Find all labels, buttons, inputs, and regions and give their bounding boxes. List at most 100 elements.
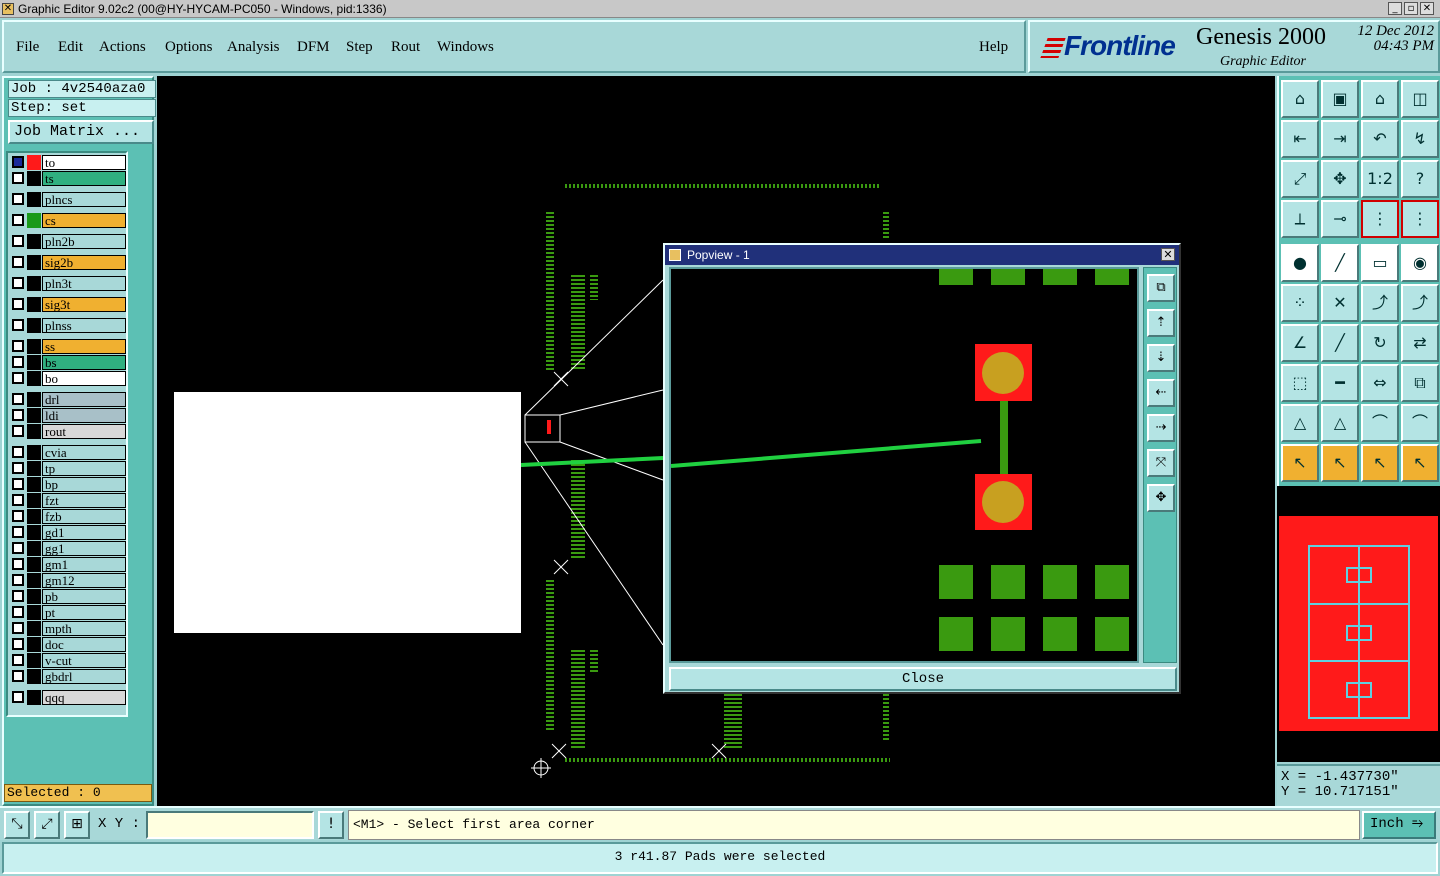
layer-checkbox[interactable] — [12, 393, 24, 405]
layer-row-fzb[interactable]: fzb — [10, 509, 126, 524]
step-in-icon[interactable]: ⇤ — [1281, 120, 1319, 158]
layer-checkbox[interactable] — [12, 670, 24, 682]
layer-row-plncs[interactable]: plncs — [10, 192, 126, 207]
units-select[interactable]: Inch ⥱ — [1362, 811, 1436, 839]
layer-checkbox[interactable] — [12, 462, 24, 474]
layer-name[interactable]: bs — [42, 355, 126, 370]
layer-checkbox[interactable] — [12, 542, 24, 554]
popview-close-icon[interactable]: ✕ — [1161, 248, 1175, 261]
layer-row-gm1[interactable]: gm1 — [10, 557, 126, 572]
layer-row-doc[interactable]: doc — [10, 637, 126, 652]
layer-row-sig3t[interactable]: sig3t — [10, 297, 126, 312]
layer-checkbox[interactable] — [12, 156, 24, 168]
layer-checkbox[interactable] — [12, 590, 24, 602]
layer-row-pln3t[interactable]: pln3t — [10, 276, 126, 291]
layer-name[interactable]: gd1 — [42, 525, 126, 540]
pointer-box-icon[interactable]: ↖ — [1321, 444, 1359, 482]
connect-icon[interactable]: ⁘ — [1281, 284, 1319, 322]
layer-row-pt[interactable]: pt — [10, 605, 126, 620]
menu-actions[interactable]: Actions — [99, 39, 146, 56]
layer-checkbox[interactable] — [12, 606, 24, 618]
menu-file[interactable]: File — [16, 39, 39, 56]
save-icon[interactable]: ▣ — [1321, 80, 1359, 118]
layer-name[interactable]: bp — [42, 477, 126, 492]
layer-name[interactable]: pb — [42, 589, 126, 604]
layer-row-ts[interactable]: ts — [10, 171, 126, 186]
layer-row-bs[interactable]: bs — [10, 355, 126, 370]
layer-row-rout[interactable]: rout — [10, 424, 126, 439]
probe-icon[interactable]: ⊸ — [1321, 200, 1359, 238]
layer-name[interactable]: v-cut — [42, 653, 126, 668]
layer-row-mpth[interactable]: mpth — [10, 621, 126, 636]
house-icon[interactable]: ⌂ — [1361, 80, 1399, 118]
triangle-alt-icon[interactable]: △ — [1321, 404, 1359, 442]
layer-row-v-cut[interactable]: v-cut — [10, 653, 126, 668]
layer-row-drl[interactable]: drl — [10, 392, 126, 407]
layer-checkbox[interactable] — [12, 510, 24, 522]
layer-row-bo[interactable]: bo — [10, 371, 126, 386]
layer-checkbox[interactable] — [12, 372, 24, 384]
scale-icon[interactable]: 1:2 — [1361, 160, 1399, 198]
menu-rout[interactable]: Rout — [391, 39, 420, 56]
job-matrix-button[interactable]: Job Matrix ... — [8, 120, 154, 144]
layer-row-cvia[interactable]: cvia — [10, 445, 126, 460]
layer-checkbox[interactable] — [12, 446, 24, 458]
layer-name[interactable]: ss — [42, 339, 126, 354]
split-view-icon[interactable]: ◫ — [1401, 80, 1439, 118]
layer-row-tp[interactable]: tp — [10, 461, 126, 476]
arch-icon[interactable]: ⌒ — [1361, 404, 1399, 442]
minimize-button[interactable]: _ — [1388, 2, 1402, 15]
home-icon[interactable]: ⌂ — [1281, 80, 1319, 118]
exclamation-icon[interactable]: ! — [318, 811, 344, 839]
popview-close-button[interactable]: Close — [669, 667, 1177, 691]
help-icon[interactable]: ? — [1401, 160, 1439, 198]
pan-up-icon[interactable]: ⇡ — [1147, 309, 1175, 337]
layer-row-gd1[interactable]: gd1 — [10, 525, 126, 540]
layer-row-pb[interactable]: pb — [10, 589, 126, 604]
grid-icon[interactable]: ⊞ — [64, 811, 90, 839]
node-alt-icon[interactable]: ⤴ — [1401, 284, 1439, 322]
layer-checkbox[interactable] — [12, 425, 24, 437]
layer-row-qqq[interactable]: qqq — [10, 690, 126, 705]
layer-name[interactable]: gbdrl — [42, 669, 126, 684]
maximize-button[interactable]: ▫ — [1404, 2, 1418, 15]
close-window-button[interactable]: ✕ — [1420, 2, 1434, 15]
layer-name[interactable]: sig3t — [42, 297, 126, 312]
menu-dfm[interactable]: DFM — [297, 39, 330, 56]
layer-checkbox[interactable] — [12, 691, 24, 703]
pan-right-icon[interactable]: ⇢ — [1147, 414, 1175, 442]
layer-row-cs[interactable]: cs — [10, 213, 126, 228]
layer-name[interactable]: gm12 — [42, 573, 126, 588]
layer-name[interactable]: ldi — [42, 408, 126, 423]
layer-checkbox[interactable] — [12, 654, 24, 666]
layer-name[interactable]: pln2b — [42, 234, 126, 249]
layer-name[interactable]: bo — [42, 371, 126, 386]
layer-checkbox[interactable] — [12, 277, 24, 289]
menu-windows[interactable]: Windows — [437, 39, 494, 56]
snap-mode-icon[interactable]: ⤡ — [4, 811, 30, 839]
layer-checkbox[interactable] — [12, 494, 24, 506]
layer-checkbox[interactable] — [12, 172, 24, 184]
layer-name[interactable]: mpth — [42, 621, 126, 636]
pointer-circle-icon[interactable]: ↖ — [1361, 444, 1399, 482]
flip-icon[interactable]: ⇄ — [1401, 324, 1439, 362]
layer-name[interactable]: gg1 — [42, 541, 126, 556]
layer-row-plnss[interactable]: plnss — [10, 318, 126, 333]
popview-canvas[interactable] — [669, 267, 1139, 663]
layer-checkbox[interactable] — [12, 574, 24, 586]
layer-checkbox[interactable] — [12, 214, 24, 226]
overview-map[interactable] — [1277, 486, 1440, 762]
layer-row-gg1[interactable]: gg1 — [10, 541, 126, 556]
layer-checkbox[interactable] — [12, 409, 24, 421]
triangle-icon[interactable]: △ — [1281, 404, 1319, 442]
pointer-icon[interactable]: ↖ — [1281, 444, 1319, 482]
layer-name[interactable]: sig2b — [42, 255, 126, 270]
line-icon[interactable]: ╱ — [1321, 244, 1359, 282]
route-icon[interactable]: ↯ — [1401, 120, 1439, 158]
layer-checkbox[interactable] — [12, 526, 24, 538]
measure-icon[interactable]: ⟂ — [1281, 200, 1319, 238]
layer-row-pln2b[interactable]: pln2b — [10, 234, 126, 249]
group-icon[interactable]: ⧉ — [1401, 364, 1439, 402]
layer-checkbox[interactable] — [12, 622, 24, 634]
select-pad-icon[interactable]: ● — [1281, 244, 1319, 282]
